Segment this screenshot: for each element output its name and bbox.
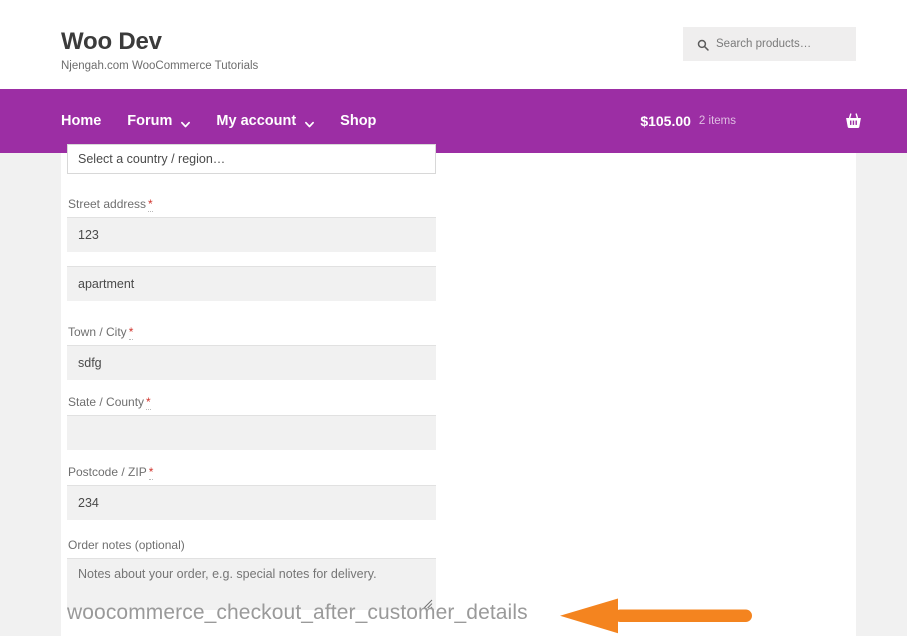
site-title: Woo Dev [61, 28, 162, 55]
required-indicator: * [148, 465, 154, 480]
chevron-down-icon [181, 117, 191, 127]
town-city-label: Town / City * [68, 324, 442, 340]
hook-annotation-row: woocommerce_checkout_after_customer_deta… [67, 598, 867, 634]
nav-item-home[interactable]: Home [61, 113, 101, 129]
cart-summary[interactable]: $105.00 2 items [640, 89, 907, 153]
state-county-label-text: State / County [68, 395, 145, 409]
page-root: Woo Dev Njengah.com WooCommerce Tutorial… [0, 0, 907, 636]
postcode-zip-input[interactable] [67, 485, 436, 520]
country-region-select[interactable]: Select a country / region… [67, 144, 436, 174]
field-town-city: Town / City * [67, 324, 442, 380]
state-county-input[interactable] [67, 415, 436, 450]
content-panel: Select a country / region… Street addres… [61, 144, 856, 636]
annotation-arrow-left-icon [560, 598, 752, 634]
nav-item-my-account[interactable]: My account [216, 113, 315, 129]
product-search-box[interactable] [683, 27, 856, 61]
street-address-label: Street address * [68, 196, 442, 212]
required-indicator: * [148, 197, 153, 212]
field-country-region: Select a country / region… [67, 144, 442, 174]
order-notes-label: Order notes (optional) [68, 538, 185, 552]
checkout-billing-form: Select a country / region… Street addres… [67, 144, 442, 610]
postcode-zip-label: Postcode / ZIP * [68, 464, 442, 480]
field-street-address: Street address * [67, 196, 442, 252]
field-state-county: State / County * [67, 394, 442, 450]
town-city-input[interactable] [67, 345, 436, 380]
town-city-label-text: Town / City [68, 325, 127, 339]
hook-name-label: woocommerce_checkout_after_customer_deta… [67, 601, 528, 624]
cart-item-count: 2 items [698, 115, 736, 127]
field-address-line-2 [67, 266, 442, 301]
site-branding: Woo Dev Njengah.com WooCommerce Tutorial… [61, 28, 258, 74]
site-tagline: Njengah.com WooCommerce Tutorials [61, 60, 259, 72]
search-input[interactable] [716, 38, 851, 50]
nav-item-label: Home [61, 113, 102, 129]
field-postcode-zip: Postcode / ZIP * [67, 464, 442, 520]
address-line-2-input[interactable] [67, 266, 436, 301]
required-indicator: * [128, 325, 134, 340]
postcode-zip-label-text: Postcode / ZIP [68, 465, 147, 479]
search-icon [697, 38, 709, 51]
nav-item-forum[interactable]: Forum [127, 113, 191, 129]
nav-item-label: Forum [127, 113, 173, 129]
required-indicator: * [146, 395, 151, 410]
shopping-basket-icon[interactable] [843, 111, 863, 131]
cart-total-amount: $105.00 [640, 113, 691, 129]
site-header: Woo Dev Njengah.com WooCommerce Tutorial… [0, 0, 907, 89]
nav-item-shop[interactable]: Shop [340, 113, 376, 129]
nav-item-label: My account [216, 113, 297, 129]
state-county-label: State / County * [68, 394, 442, 410]
chevron-down-icon [305, 117, 315, 127]
street-address-label-text: Street address [68, 197, 147, 211]
street-address-input[interactable] [67, 217, 436, 252]
nav-item-label: Shop [340, 113, 377, 129]
